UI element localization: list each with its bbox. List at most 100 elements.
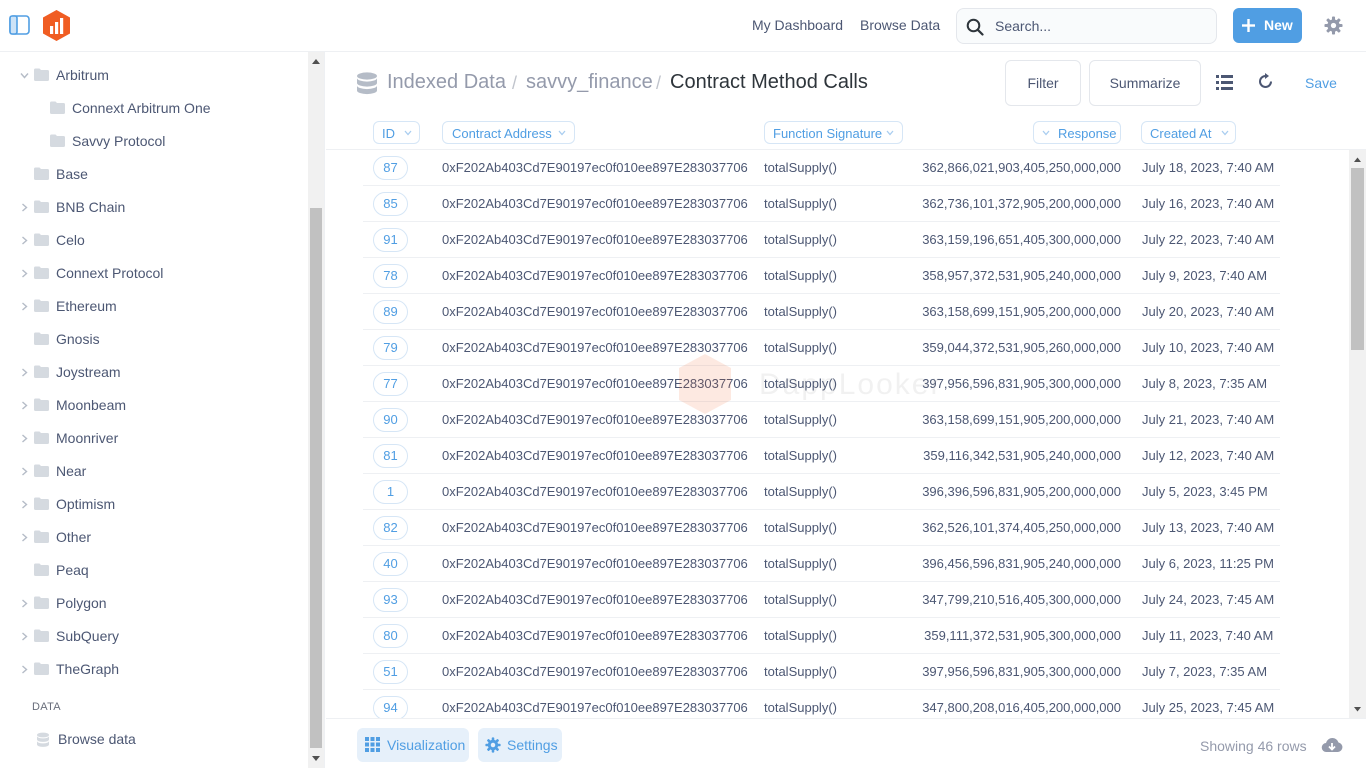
table-scrollbar-thumb[interactable] [1351, 168, 1364, 350]
table-row[interactable]: 85 0xF202Ab403Cd7E90197ec0f010ee897E28303… [363, 186, 1280, 222]
chevron-down-icon[interactable] [20, 71, 29, 80]
table-row[interactable]: 77 0xF202Ab403Cd7E90197ec0f010ee897E28303… [363, 366, 1280, 402]
scroll-up-arrow-icon[interactable] [1353, 156, 1362, 163]
chevron-right-icon[interactable] [20, 665, 29, 674]
sidebar-item-label: Near [56, 463, 87, 479]
chevron-right-icon[interactable] [20, 467, 29, 476]
row-id-link[interactable]: 81 [373, 444, 408, 468]
settings-label: Settings [507, 737, 558, 753]
column-header-label: Function Signature [773, 126, 883, 141]
settings-button[interactable]: Settings [478, 728, 562, 762]
cell-contract-address: 0xF202Ab403Cd7E90197ec0f010ee897E2830377… [442, 664, 748, 679]
chevron-right-icon[interactable] [20, 500, 29, 509]
table-row[interactable]: 87 0xF202Ab403Cd7E90197ec0f010ee897E28303… [363, 150, 1280, 186]
table-row[interactable]: 80 0xF202Ab403Cd7E90197ec0f010ee897E28303… [363, 618, 1280, 654]
filter-button[interactable]: Filter [1005, 60, 1081, 106]
sidebar: Arbitrum Connext Arbitrum One Savvy Protoc… [0, 52, 325, 768]
column-header-contract-address[interactable]: Contract Address [442, 121, 575, 144]
new-button[interactable]: New [1233, 8, 1302, 43]
chevron-right-icon[interactable] [20, 599, 29, 608]
table-row[interactable]: 93 0xF202Ab403Cd7E90197ec0f010ee897E28303… [363, 582, 1280, 618]
row-id-link[interactable]: 87 [373, 156, 408, 180]
download-icon[interactable] [1321, 737, 1343, 753]
table-row[interactable]: 82 0xF202Ab403Cd7E90197ec0f010ee897E28303… [363, 510, 1280, 546]
database-icon [37, 732, 49, 747]
row-id-link[interactable]: 79 [373, 336, 408, 360]
row-id-link[interactable]: 94 [373, 696, 408, 718]
cell-function-signature: totalSupply() [764, 592, 837, 607]
row-id-link[interactable]: 93 [373, 588, 408, 612]
table-row[interactable]: 91 0xF202Ab403Cd7E90197ec0f010ee897E28303… [363, 222, 1280, 258]
table-row[interactable]: 79 0xF202Ab403Cd7E90197ec0f010ee897E28303… [363, 330, 1280, 366]
row-id-link[interactable]: 80 [373, 624, 408, 648]
chevron-right-icon[interactable] [20, 434, 29, 443]
cell-function-signature: totalSupply() [764, 232, 837, 247]
row-id-link[interactable]: 51 [373, 660, 408, 684]
folder-icon [34, 398, 49, 411]
row-id-link[interactable]: 40 [373, 552, 408, 576]
table-row[interactable]: 81 0xF202Ab403Cd7E90197ec0f010ee897E28303… [363, 438, 1280, 474]
nav-my-dashboard[interactable]: My Dashboard [752, 17, 843, 33]
chevron-right-icon[interactable] [20, 368, 29, 377]
cell-contract-address: 0xF202Ab403Cd7E90197ec0f010ee897E2830377… [442, 484, 748, 499]
scroll-up-arrow-icon[interactable] [311, 57, 321, 65]
folder-icon [34, 629, 49, 642]
settings-gear-icon[interactable] [1324, 16, 1343, 35]
visualization-button[interactable]: Visualization [357, 728, 469, 762]
cell-function-signature: totalSupply() [764, 448, 837, 463]
table-row[interactable]: 51 0xF202Ab403Cd7E90197ec0f010ee897E28303… [363, 654, 1280, 690]
cell-created-at: July 5, 2023, 3:45 PM [1142, 484, 1268, 499]
table-row[interactable]: 40 0xF202Ab403Cd7E90197ec0f010ee897E28303… [363, 546, 1280, 582]
cell-function-signature: totalSupply() [764, 520, 837, 535]
table-row[interactable]: 90 0xF202Ab403Cd7E90197ec0f010ee897E28303… [363, 402, 1280, 438]
column-header-function-signature[interactable]: Function Signature [764, 121, 903, 144]
row-id-link[interactable]: 78 [373, 264, 408, 288]
refresh-icon[interactable] [1257, 73, 1274, 90]
column-header-response[interactable]: Response [1033, 121, 1121, 144]
cell-function-signature: totalSupply() [764, 412, 837, 427]
cell-response: 358,957,372,531,905,240,000,000 [922, 268, 1121, 283]
row-id-link[interactable]: 1 [373, 480, 408, 504]
row-id-link[interactable]: 91 [373, 228, 408, 252]
chevron-right-icon[interactable] [20, 236, 29, 245]
row-id-link[interactable]: 77 [373, 372, 408, 396]
cell-contract-address: 0xF202Ab403Cd7E90197ec0f010ee897E2830377… [442, 340, 748, 355]
summarize-button[interactable]: Summarize [1089, 60, 1201, 106]
row-id-link[interactable]: 90 [373, 408, 408, 432]
chevron-right-icon[interactable] [20, 203, 29, 212]
scroll-down-arrow-icon[interactable] [311, 755, 321, 763]
row-id-link[interactable]: 82 [373, 516, 408, 540]
sidebar-toggle-icon[interactable] [9, 15, 30, 35]
scroll-down-arrow-icon[interactable] [1353, 706, 1362, 713]
search-input[interactable] [995, 9, 1210, 43]
nav-browse-data[interactable]: Browse Data [860, 17, 940, 33]
table-row[interactable]: 1 0xF202Ab403Cd7E90197ec0f010ee897E283037… [363, 474, 1280, 510]
breadcrumb-savvy-finance[interactable]: savvy_finance [526, 71, 653, 94]
chevron-right-icon[interactable] [20, 269, 29, 278]
search-box[interactable] [956, 8, 1217, 44]
sidebar-scrollbar-thumb[interactable] [310, 208, 322, 748]
chevron-right-icon[interactable] [20, 302, 29, 311]
table-row[interactable]: 89 0xF202Ab403Cd7E90197ec0f010ee897E28303… [363, 294, 1280, 330]
table-row[interactable]: 94 0xF202Ab403Cd7E90197ec0f010ee897E28303… [363, 690, 1280, 718]
folder-icon [34, 200, 49, 213]
row-id-link[interactable]: 89 [373, 300, 408, 324]
cell-response: 396,456,596,831,905,240,000,000 [922, 556, 1121, 571]
list-view-icon[interactable] [1216, 75, 1233, 90]
sidebar-item-label: Connext Arbitrum One [72, 100, 211, 116]
breadcrumb-indexed-data[interactable]: Indexed Data [387, 71, 506, 94]
sidebar-item-label: Base [56, 166, 88, 182]
table-row[interactable]: 78 0xF202Ab403Cd7E90197ec0f010ee897E28303… [363, 258, 1280, 294]
column-header-created-at[interactable]: Created At [1141, 121, 1236, 144]
chevron-right-icon[interactable] [20, 632, 29, 641]
cell-contract-address: 0xF202Ab403Cd7E90197ec0f010ee897E2830377… [442, 628, 748, 643]
save-button[interactable]: Save [1305, 75, 1337, 91]
app-logo-icon[interactable] [40, 9, 73, 42]
chevron-right-icon[interactable] [20, 401, 29, 410]
chevron-right-icon[interactable] [20, 533, 29, 542]
row-id-link[interactable]: 85 [373, 192, 408, 216]
cell-response: 362,526,101,374,405,250,000,000 [922, 520, 1121, 535]
column-header-id[interactable]: ID [373, 121, 420, 144]
cell-function-signature: totalSupply() [764, 376, 837, 391]
cell-response: 363,159,196,651,405,300,000,000 [922, 232, 1121, 247]
